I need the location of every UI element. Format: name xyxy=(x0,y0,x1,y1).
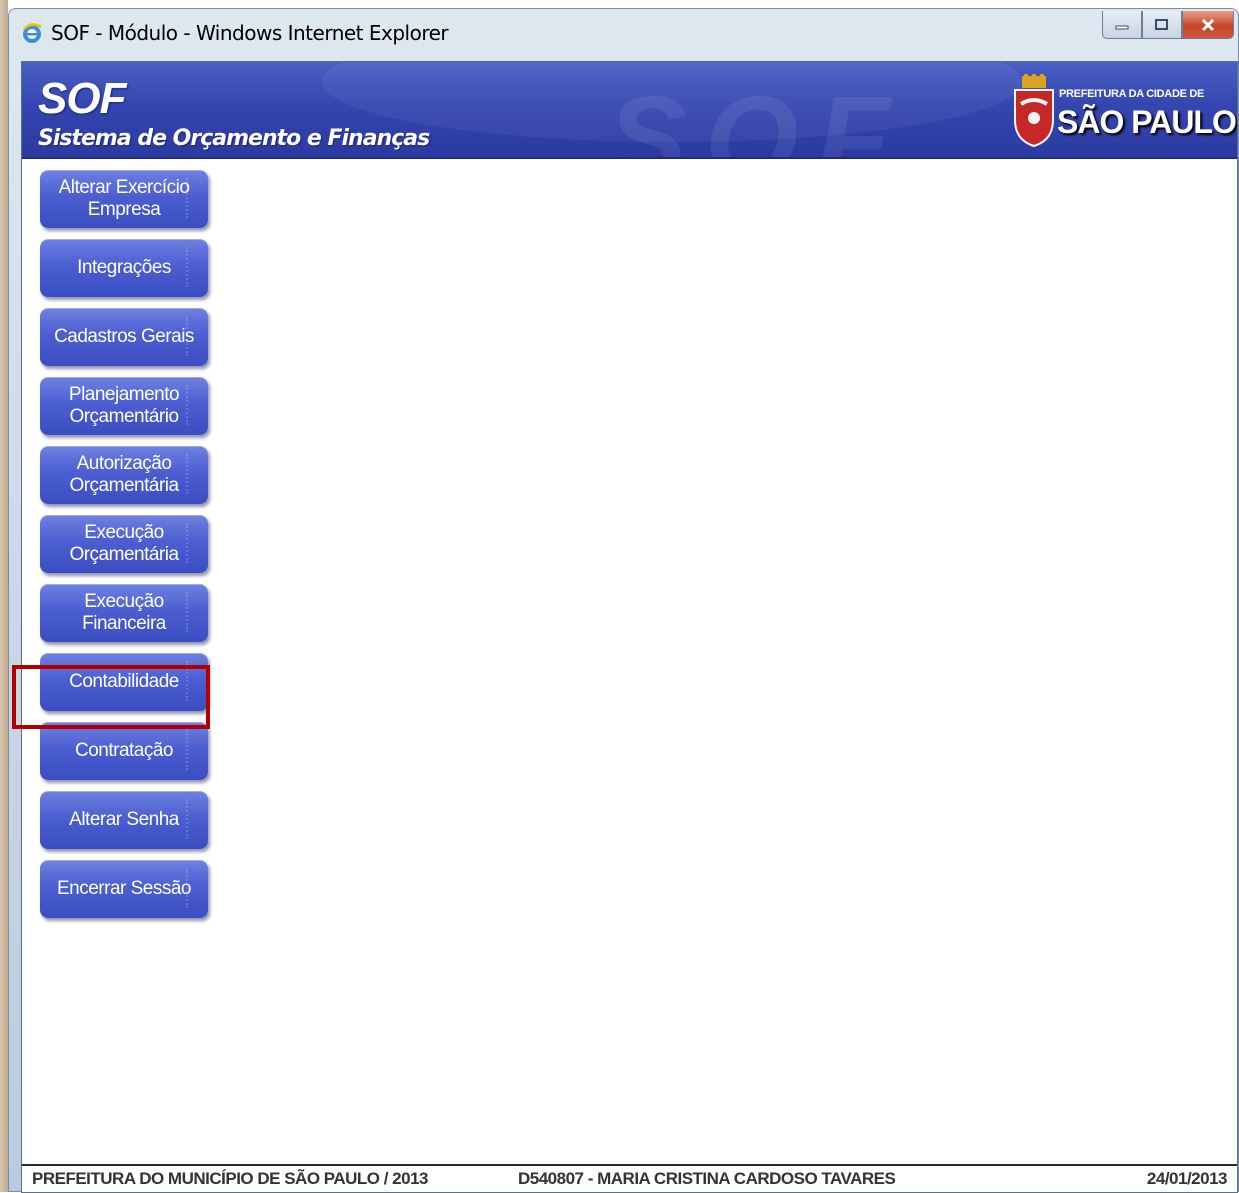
status-organization: PREFEITURA DO MUNICÍPIO DE SÃO PAULO / 2… xyxy=(32,1169,429,1188)
menu-button-label: Contabilidade xyxy=(69,671,179,692)
app-subtitle: Sistema de Orçamento e Finanças xyxy=(38,126,430,151)
menu-button-label: Planejamento Orçamentário xyxy=(68,384,180,427)
menu-button-label: Integrações xyxy=(77,257,171,278)
app-name: SOF xyxy=(38,74,126,123)
close-icon xyxy=(1201,18,1215,31)
menu-button-label: Cadastros Gerais xyxy=(54,326,194,347)
internet-explorer-icon xyxy=(23,23,42,43)
page-content: SOF SOF Sistema de Orçamento e Finanças … xyxy=(21,61,1238,1193)
close-button[interactable] xyxy=(1182,11,1234,39)
menu-button-alterar-senha[interactable]: Alterar Senha xyxy=(40,791,208,849)
menu-button-alterar-exercicio-empresa[interactable]: Alterar Exercício Empresa xyxy=(40,170,208,228)
menu-button-execucao-financeira[interactable]: Execução Financeira xyxy=(40,584,208,642)
menu-button-label: Contratação xyxy=(74,740,174,761)
status-date: 24/01/2013 xyxy=(1146,1169,1228,1188)
minimize-button[interactable] xyxy=(1102,11,1142,39)
title-bar[interactable]: SOF - Módulo - Windows Internet Explorer xyxy=(9,9,1238,61)
menu-button-label: Autorização Orçamentária xyxy=(69,453,179,496)
menu-button-label: Encerrar Sessão xyxy=(56,878,192,899)
menu-button-execucao-orcamentaria[interactable]: Execução Orçamentária xyxy=(40,515,208,573)
menu-button-planejamento-orcamentario[interactable]: Planejamento Orçamentário xyxy=(40,377,208,435)
org-label-big: SÃO PAULO xyxy=(1057,104,1237,140)
minimize-icon xyxy=(1115,25,1129,29)
status-bar: PREFEITURA DO MUNICÍPIO DE SÃO PAULO / 2… xyxy=(22,1164,1237,1192)
org-label-small: PREFEITURA DA CIDADE DE xyxy=(1059,88,1205,100)
menu-button-label: Execução Financeira xyxy=(82,591,166,634)
window-title: SOF - Módulo - Windows Internet Explorer xyxy=(51,21,449,45)
menu-button-label: Alterar Exercício Empresa xyxy=(58,177,190,220)
maximize-button[interactable] xyxy=(1142,11,1182,39)
menu-button-label: Alterar Senha xyxy=(69,809,179,830)
coat-of-arms-icon xyxy=(1014,74,1054,148)
desktop-edge xyxy=(0,0,8,1192)
status-user: D540807 - MARIA CRISTINA CARDOSO TAVARES xyxy=(518,1169,896,1188)
header-banner: SOF SOF Sistema de Orçamento e Finanças … xyxy=(22,62,1237,159)
menu-button-contabilidade[interactable]: Contabilidade xyxy=(40,653,208,711)
menu-button-integracoes[interactable]: Integrações xyxy=(40,239,208,297)
menu-button-contratacao[interactable]: Contratação xyxy=(40,722,208,780)
browser-window: SOF - Módulo - Windows Internet Explorer… xyxy=(8,8,1239,1193)
maximize-icon xyxy=(1155,18,1168,30)
menu-button-encerrar-sessao[interactable]: Encerrar Sessão xyxy=(40,860,208,918)
prefeitura-logo: PREFEITURA DA CIDADE DE SÃO PAULO xyxy=(1013,72,1237,152)
banner-watermark: SOF xyxy=(607,72,908,159)
menu-button-label: Execução Orçamentária xyxy=(69,522,179,565)
menu-button-autorizacao-orcamentaria[interactable]: Autorização Orçamentária xyxy=(40,446,208,504)
menu-button-cadastros-gerais[interactable]: Cadastros Gerais xyxy=(40,308,208,366)
